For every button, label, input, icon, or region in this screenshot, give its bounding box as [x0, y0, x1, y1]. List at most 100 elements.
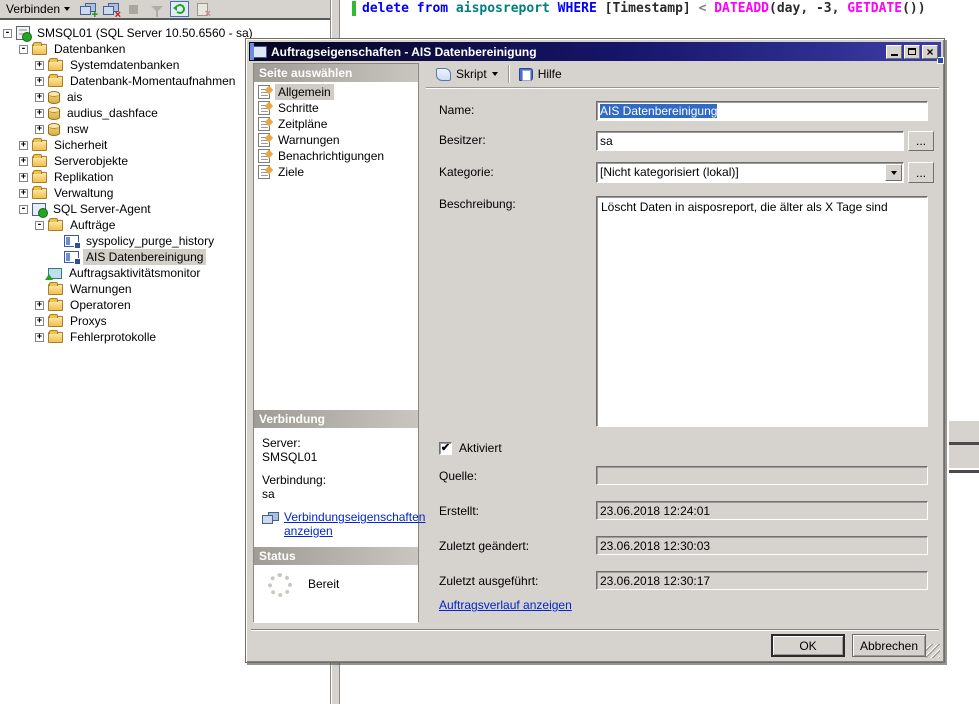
- tree-item-label: ais: [64, 89, 85, 105]
- disconnect-server-icon[interactable]: ×: [101, 1, 120, 17]
- category-label: Kategorie:: [439, 165, 494, 179]
- view-connection-properties-link[interactable]: Verbindungseigenschaften anzeigen: [284, 510, 425, 538]
- connection-header: Verbindung: [254, 410, 418, 428]
- expand-spacer: [51, 253, 60, 262]
- owner-input[interactable]: sa: [596, 131, 904, 151]
- description-textarea[interactable]: Löscht Daten in aisposreport, die älter …: [596, 196, 928, 427]
- close-button[interactable]: [922, 45, 938, 59]
- ok-button[interactable]: OK: [771, 634, 845, 657]
- category-select[interactable]: [Nicht kategorisiert (lokal)]: [596, 162, 904, 183]
- nav-item-allgemein[interactable]: Allgemein: [254, 84, 418, 100]
- plus-badge-icon: +: [92, 10, 98, 20]
- job-properties-dialog: Auftragseigenschaften - AIS Datenbereini…: [245, 38, 945, 663]
- enabled-checkbox-row: ✔ Aktiviert: [439, 441, 502, 455]
- collapse-minus-box[interactable]: [19, 45, 28, 54]
- refresh-glyph: [175, 4, 185, 14]
- expand-plus-box[interactable]: [19, 141, 28, 150]
- expand-plus-box[interactable]: [35, 77, 44, 86]
- script-dropdown-button[interactable]: Skript: [432, 65, 502, 83]
- sql-token: <: [699, 1, 715, 16]
- connect-server-icon[interactable]: +: [78, 1, 97, 17]
- status-panel: Bereit: [254, 565, 418, 623]
- source-field: [596, 466, 928, 485]
- nav-item-label: Benachrichtigungen: [275, 148, 387, 164]
- nav-item-schritte[interactable]: Schritte: [254, 100, 418, 116]
- expand-plus-box[interactable]: [35, 301, 44, 310]
- select-page-header: Seite auswählen: [254, 64, 418, 82]
- job-icon: [64, 251, 79, 263]
- tree-item-label: nsw: [64, 121, 91, 137]
- folder-icon: [48, 316, 63, 327]
- folder-icon: [48, 300, 63, 311]
- job-icon: [252, 46, 267, 58]
- dialog-nav-list: AllgemeinSchritteZeitpläneWarnungenBenac…: [254, 82, 418, 410]
- ssms-window: Verbinden + × SMSQL01 (SQL Server 10.50.…: [0, 0, 979, 704]
- background-panel-band: [949, 445, 979, 468]
- description-label: Beschreibung:: [439, 197, 516, 211]
- nav-item-label: Warnungen: [275, 132, 343, 148]
- combo-dropdown-icon[interactable]: [885, 164, 902, 181]
- toolbar-separator: [508, 65, 509, 83]
- view-job-history-link[interactable]: Auftragsverlauf anzeigen: [439, 598, 572, 612]
- name-input[interactable]: AIS Datenbereinigung: [596, 101, 928, 121]
- status-header: Status: [254, 547, 418, 565]
- filter-icon[interactable]: [147, 1, 166, 17]
- expand-plus-box[interactable]: [35, 125, 44, 134]
- executed-label: Zuletzt ausgeführt:: [439, 574, 538, 588]
- delete-script-icon[interactable]: [193, 1, 212, 17]
- collapse-minus-box[interactable]: [19, 205, 28, 214]
- expand-plus-box[interactable]: [19, 157, 28, 166]
- help-button[interactable]: Hilfe: [515, 65, 566, 83]
- nav-item-benachrichtigungen[interactable]: Benachrichtigungen: [254, 148, 418, 164]
- cancel-button[interactable]: Abbrechen: [852, 634, 926, 657]
- expand-plus-box[interactable]: [19, 173, 28, 182]
- collapse-minus-box[interactable]: [3, 29, 12, 38]
- enabled-label: Aktiviert: [459, 441, 502, 455]
- enabled-checkbox[interactable]: ✔: [439, 442, 452, 455]
- folder-icon: [32, 156, 47, 167]
- expand-plus-box[interactable]: [35, 317, 44, 326]
- maximize-button[interactable]: [904, 45, 920, 59]
- footer-divider: [251, 629, 939, 631]
- expand-plus-box[interactable]: [35, 61, 44, 70]
- dialog-toolbar: Skript Hilfe: [426, 61, 939, 87]
- nav-item-zeitpläne[interactable]: Zeitpläne: [254, 116, 418, 132]
- connect-dropdown-button[interactable]: Verbinden: [2, 1, 74, 17]
- category-browse-button[interactable]: ...: [908, 162, 934, 183]
- script-scroll-icon: [436, 68, 451, 81]
- folder-icon: [32, 172, 47, 183]
- nav-item-warnungen[interactable]: Warnungen: [254, 132, 418, 148]
- sql-token: ()): [902, 1, 925, 16]
- folder-icon: [48, 332, 63, 343]
- maximize-icon: [908, 48, 916, 55]
- folder-icon: [32, 44, 47, 55]
- sql-token: [Timestamp]: [605, 1, 699, 16]
- collapse-minus-box[interactable]: [35, 221, 44, 230]
- tree-item-label: Datenbanken: [51, 41, 128, 57]
- nav-item-ziele[interactable]: Ziele: [254, 164, 418, 180]
- sql-token: -3,: [816, 1, 847, 16]
- status-text: Bereit: [308, 577, 339, 591]
- funnel-glyph: [151, 6, 163, 12]
- owner-browse-button[interactable]: ...: [908, 131, 934, 151]
- database-icon: [48, 91, 60, 104]
- expand-plus-box[interactable]: [35, 109, 44, 118]
- tree-item-label: AIS Datenbereinigung: [83, 249, 206, 265]
- dialog-titlebar[interactable]: Auftragseigenschaften - AIS Datenbereini…: [249, 42, 941, 61]
- expand-plus-box[interactable]: [35, 333, 44, 342]
- server-value: SMSQL01: [262, 450, 410, 464]
- tree-item-label: syspolicy_purge_history: [83, 233, 217, 249]
- stop-icon[interactable]: [124, 1, 143, 17]
- created-label: Erstellt:: [439, 504, 479, 518]
- expand-plus-box[interactable]: [35, 93, 44, 102]
- created-field: 23.06.2018 12:24:01: [596, 501, 928, 520]
- refresh-icon[interactable]: [170, 1, 189, 17]
- expand-plus-box[interactable]: [19, 189, 28, 198]
- tree-item-label: Operatoren: [67, 297, 134, 313]
- resize-grip[interactable]: [926, 644, 940, 658]
- minimize-button[interactable]: [886, 45, 902, 59]
- sql-text: delete from aisposreport WHERE [Timestam…: [362, 1, 926, 16]
- expand-spacer: [51, 237, 60, 246]
- connect-label: Verbinden: [6, 2, 60, 16]
- agent-icon: [32, 203, 46, 216]
